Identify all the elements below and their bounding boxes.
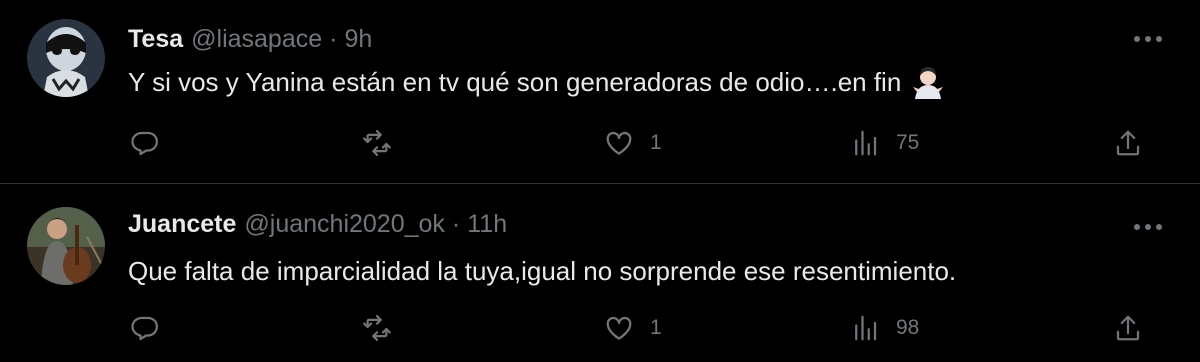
- tweet-actions: 1 98: [0, 308, 1200, 348]
- retweet-button[interactable]: [362, 308, 392, 348]
- author-name[interactable]: Juancete: [128, 210, 236, 239]
- more-icon: [1134, 224, 1162, 230]
- tweet[interactable]: Tesa @liasapace · 9h Y si vos y Yanina e…: [0, 0, 1200, 184]
- timestamp[interactable]: 11h: [467, 210, 507, 239]
- like-count: 1: [650, 131, 662, 154]
- author-handle[interactable]: @liasapace: [191, 25, 322, 54]
- more-options-button[interactable]: [1128, 24, 1168, 54]
- tweet-text-row: Y si vos y Yanina están en tv qué son ge…: [128, 65, 945, 99]
- view-count: 75: [896, 131, 920, 154]
- retweet-icon: [363, 130, 391, 156]
- like-button[interactable]: 1: [604, 123, 662, 163]
- analytics-icon: [855, 130, 877, 156]
- retweet-icon: [363, 315, 391, 341]
- separator: ·: [329, 24, 338, 53]
- views-button[interactable]: 75: [850, 123, 919, 163]
- avatar[interactable]: [27, 19, 105, 97]
- tweet-header: Juancete @juanchi2020_ok · 11h: [128, 209, 507, 239]
- more-icon: [1134, 36, 1162, 42]
- reply-button[interactable]: [130, 123, 160, 163]
- heart-icon: [606, 131, 632, 155]
- view-count: 98: [896, 316, 920, 339]
- tweet-text: Que falta de imparcialidad la tuya,igual…: [128, 256, 957, 286]
- tweet-header: Tesa @liasapace · 9h: [128, 24, 372, 54]
- analytics-icon: [855, 315, 877, 341]
- more-options-button[interactable]: [1128, 212, 1168, 242]
- reply-icon: [131, 131, 158, 156]
- retweet-button[interactable]: [362, 123, 392, 163]
- author-handle[interactable]: @juanchi2020_ok: [244, 210, 445, 239]
- reply-icon: [131, 316, 158, 341]
- timestamp[interactable]: 9h: [344, 25, 372, 54]
- tweet[interactable]: Juancete @juanchi2020_ok · 11h Que falta…: [0, 185, 1200, 362]
- avatar[interactable]: [27, 207, 105, 285]
- share-button[interactable]: [1113, 308, 1143, 348]
- like-count: 1: [650, 316, 662, 339]
- separator: ·: [451, 209, 461, 238]
- share-button[interactable]: [1113, 123, 1143, 163]
- author-name[interactable]: Tesa: [128, 25, 183, 54]
- views-button[interactable]: 98: [850, 308, 919, 348]
- person-shrugging-emoji: [911, 65, 945, 99]
- tweet-text-row: Que falta de imparcialidad la tuya,igual…: [128, 256, 956, 287]
- tweet-text: Y si vos y Yanina están en tv qué son ge…: [128, 66, 902, 97]
- reply-button[interactable]: [130, 308, 160, 348]
- like-button[interactable]: 1: [604, 308, 662, 348]
- tweet-actions: 1 75: [0, 123, 1200, 163]
- heart-icon: [606, 316, 632, 340]
- share-icon: [1116, 315, 1140, 341]
- share-icon: [1116, 130, 1140, 156]
